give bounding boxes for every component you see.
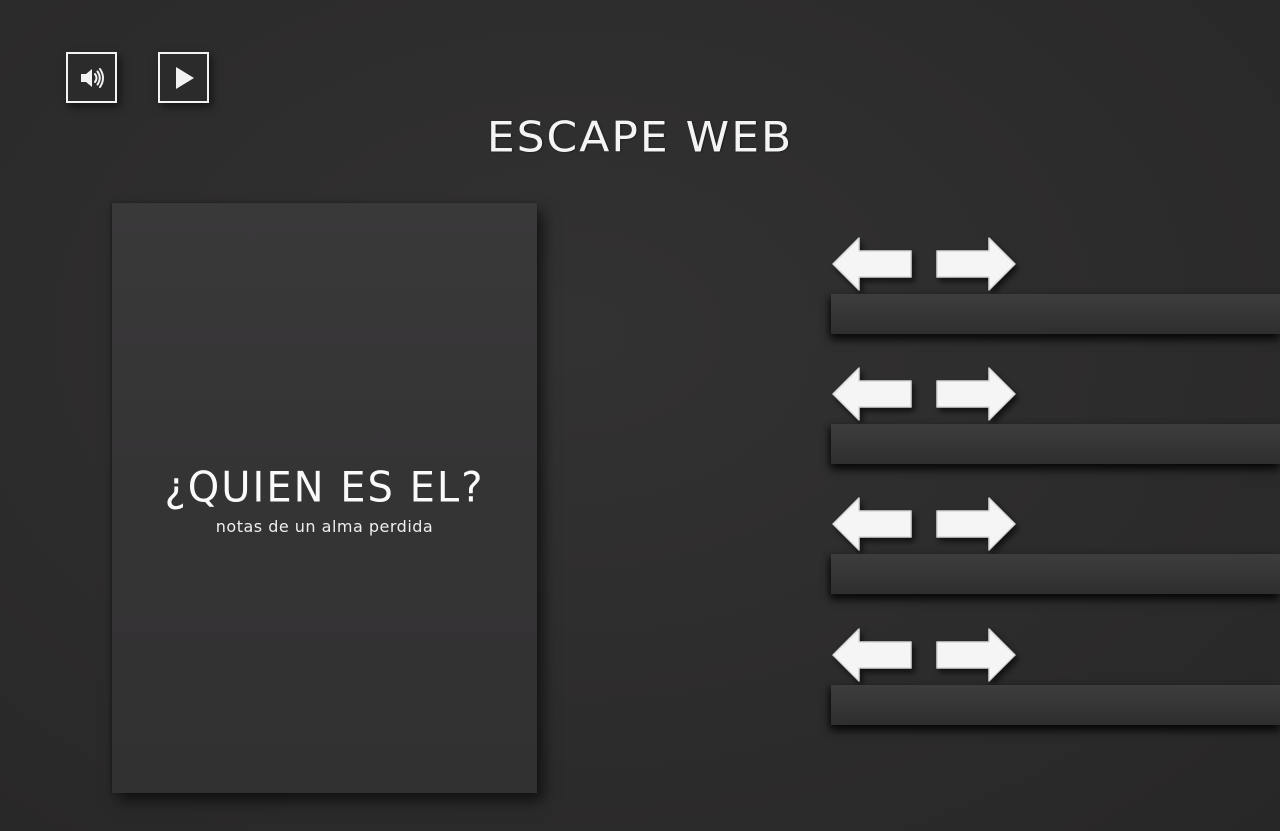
arrow-right-icon[interactable] bbox=[935, 496, 1017, 552]
arrow-right-icon[interactable] bbox=[935, 366, 1017, 422]
shelf-row-4 bbox=[831, 627, 1280, 727]
arrow-left-icon[interactable] bbox=[831, 236, 913, 292]
shelf bbox=[831, 685, 1280, 725]
arrow-left-icon[interactable] bbox=[831, 366, 913, 422]
arrow-right-icon[interactable] bbox=[935, 236, 1017, 292]
arrow-right-icon[interactable] bbox=[935, 627, 1017, 683]
shelf-row-2 bbox=[831, 366, 1280, 466]
book-subtitle: notas de un alma perdida bbox=[215, 517, 434, 536]
shelf bbox=[831, 424, 1280, 464]
arrow-left-icon[interactable] bbox=[831, 627, 913, 683]
sound-button[interactable] bbox=[66, 52, 117, 103]
arrow-left-icon[interactable] bbox=[831, 496, 913, 552]
shelf bbox=[831, 294, 1280, 334]
game-title: ESCAPE WEB bbox=[486, 113, 794, 162]
shelf-row-1 bbox=[831, 236, 1280, 336]
shelf-row-3 bbox=[831, 496, 1280, 596]
book-title: ¿QUIEN ES EL? bbox=[164, 463, 485, 513]
play-icon bbox=[170, 64, 198, 92]
speaker-volume-icon bbox=[78, 64, 106, 92]
play-button[interactable] bbox=[158, 52, 209, 103]
book-cover[interactable]: ¿QUIEN ES EL? notas de un alma perdida bbox=[112, 203, 537, 793]
shelf bbox=[831, 554, 1280, 594]
